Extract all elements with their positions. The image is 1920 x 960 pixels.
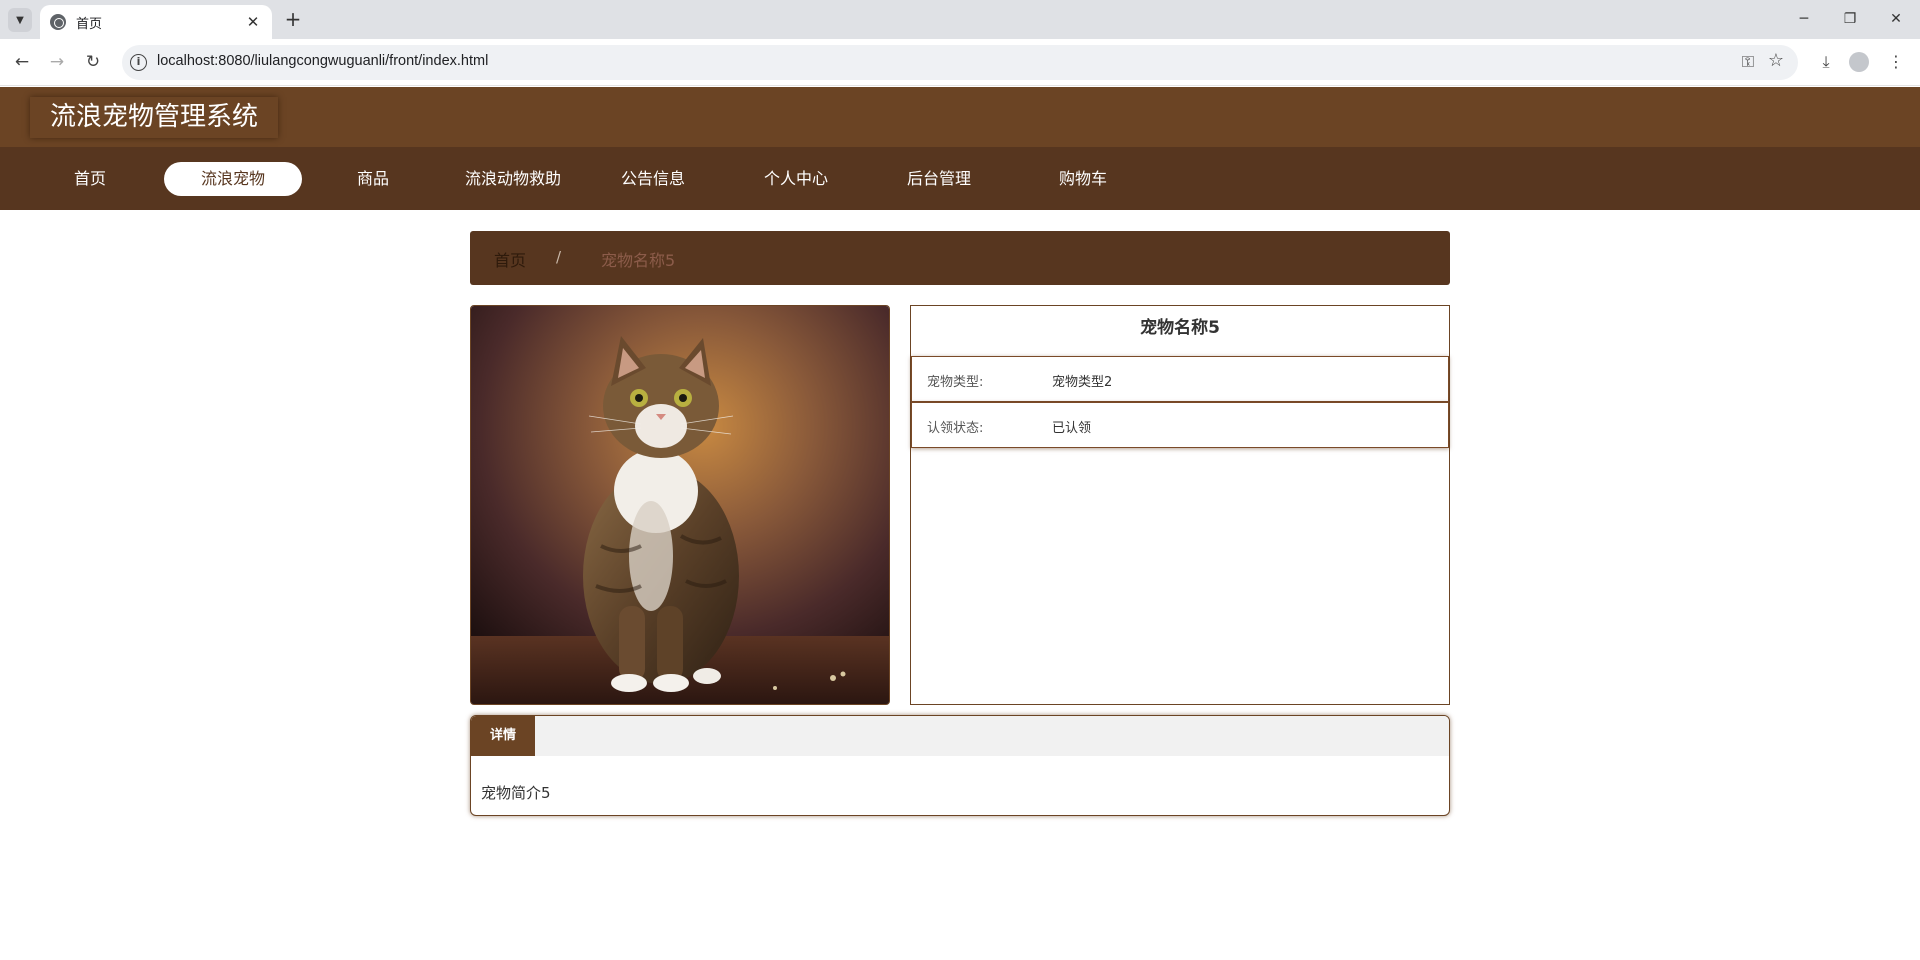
detail-tab-bar: 详情 <box>471 716 1449 756</box>
tab-search-button[interactable]: ▼ <box>8 8 32 32</box>
site-title: 流浪宠物管理系统 <box>30 97 279 138</box>
adoption-status-label: 认领状态: <box>927 421 984 436</box>
new-tab-button[interactable]: + <box>281 8 305 32</box>
nav-item-rescue[interactable]: 流浪动物救助 <box>444 162 582 196</box>
back-icon[interactable]: ← <box>10 50 34 74</box>
nav-item-announcements[interactable]: 公告信息 <box>584 162 722 196</box>
address-bar[interactable]: i localhost:8080/liulangcongwuguanli/fro… <box>122 45 1798 80</box>
tab-title: 首页 <box>76 16 103 32</box>
password-key-icon[interactable]: ⚿ <box>1742 52 1754 72</box>
tab-details[interactable]: 详情 <box>471 716 535 756</box>
adoption-status-value: 已认领 <box>1052 421 1092 436</box>
nav-item-stray-pets[interactable]: 流浪宠物 <box>164 162 302 196</box>
site-info-icon[interactable]: i <box>130 54 147 71</box>
cat-image <box>471 306 889 704</box>
download-icon[interactable]: ⤓ <box>1814 50 1838 74</box>
profile-avatar-icon[interactable] <box>1849 52 1869 72</box>
pet-info-panel: 宠物名称5 宠物类型: 宠物类型2 认领状态: 已认领 <box>910 305 1450 705</box>
info-row-adoption-status: 认领状态: 已认领 <box>911 402 1449 448</box>
nav-item-products[interactable]: 商品 <box>304 162 442 196</box>
close-window-button[interactable]: ✕ <box>1876 6 1916 32</box>
restore-button[interactable]: ❐ <box>1830 6 1870 32</box>
breadcrumb-home[interactable]: 首页 <box>494 247 526 271</box>
globe-icon <box>50 14 66 30</box>
info-row-pet-type: 宠物类型: 宠物类型2 <box>911 356 1449 402</box>
browser-tab-active[interactable]: 首页 ✕ <box>40 5 272 39</box>
breadcrumb: 首页 / 宠物名称5 <box>470 231 1450 285</box>
site-header: 流浪宠物管理系统 <box>0 87 1920 147</box>
pet-name-heading: 宠物名称5 <box>1140 318 1220 338</box>
nav-item-home[interactable]: 首页 <box>21 162 159 196</box>
menu-kebab-icon[interactable]: ⋮ <box>1884 50 1908 74</box>
nav-item-admin[interactable]: 后台管理 <box>870 162 1008 196</box>
browser-tab-strip: ▼ 首页 ✕ + ─ ❐ ✕ <box>0 0 1920 39</box>
nav-item-personal-center[interactable]: 个人中心 <box>727 162 865 196</box>
url-text[interactable]: localhost:8080/liulangcongwuguanli/front… <box>157 53 488 69</box>
main-nav: 首页 流浪宠物 商品 流浪动物救助 公告信息 个人中心 后台管理 购物车 <box>0 147 1920 210</box>
nav-item-cart[interactable]: 购物车 <box>1014 162 1152 196</box>
detail-panel: 详情 宠物简介5 <box>470 715 1450 816</box>
tab-close-icon[interactable]: ✕ <box>244 13 262 31</box>
bookmark-star-icon[interactable]: ☆ <box>1768 50 1784 71</box>
forward-icon[interactable]: → <box>45 50 69 74</box>
breadcrumb-current: 宠物名称5 <box>601 251 676 270</box>
pet-description: 宠物简介5 <box>481 784 551 802</box>
minimize-button[interactable]: ─ <box>1784 6 1824 32</box>
pet-type-value: 宠物类型2 <box>1052 375 1113 390</box>
browser-toolbar: ← → ↻ i localhost:8080/liulangcongwuguan… <box>0 39 1920 86</box>
pet-type-label: 宠物类型: <box>927 375 984 390</box>
pet-photo[interactable] <box>470 305 890 705</box>
breadcrumb-separator: / <box>556 248 562 266</box>
reload-icon[interactable]: ↻ <box>81 50 105 74</box>
